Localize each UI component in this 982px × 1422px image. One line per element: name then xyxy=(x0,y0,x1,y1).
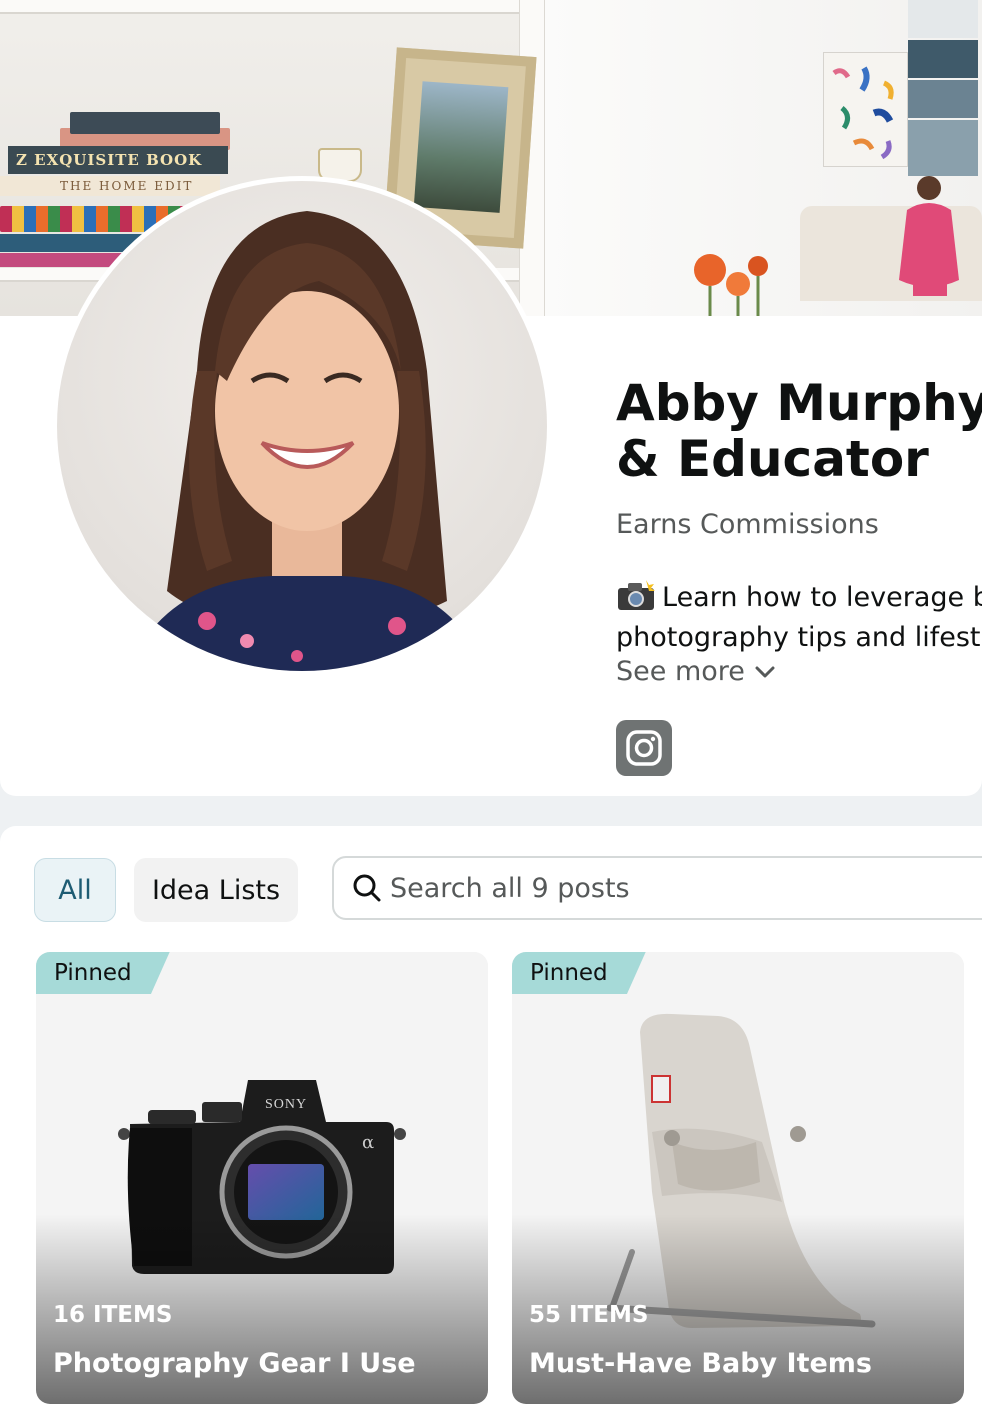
see-more-label: See more xyxy=(616,656,745,687)
svg-text:α: α xyxy=(362,1132,374,1153)
card-title: Must-Have Baby Items xyxy=(529,1348,872,1379)
instagram-icon xyxy=(626,730,662,766)
chevron-down-icon xyxy=(755,666,775,677)
pinned-badge: Pinned xyxy=(36,952,170,994)
profile-photo xyxy=(137,211,477,671)
avatar xyxy=(52,176,552,676)
book-spine: THE HOME EDIT xyxy=(0,176,220,196)
card-item-count: 16 ITEMS xyxy=(53,1302,173,1328)
storefront-page: Z EXQUISITE BOOK THE HOME EDIT Abby Murp… xyxy=(0,0,982,1422)
profile-name: Abby Murphy & Educator xyxy=(616,374,982,488)
search-input[interactable] xyxy=(390,872,950,904)
person-in-pink xyxy=(899,176,959,296)
instagram-link[interactable] xyxy=(616,720,672,776)
bio-line-1: Learn how to leverage b xyxy=(662,582,982,613)
search-icon xyxy=(353,874,381,902)
pinned-badge: Pinned xyxy=(512,952,646,994)
flowers xyxy=(694,254,768,316)
see-more-link[interactable]: See more xyxy=(616,656,775,687)
wall-art xyxy=(823,52,908,167)
search-box[interactable] xyxy=(332,856,982,920)
idea-list-card[interactable]: Pinned 55 ITEMS Must-Have Baby Items xyxy=(512,952,964,1404)
camera-flash-emoji-icon xyxy=(618,580,655,610)
filter-all-button[interactable]: All xyxy=(34,858,116,922)
book-spine: Z EXQUISITE BOOK xyxy=(8,146,228,174)
card-title: Photography Gear I Use xyxy=(53,1348,416,1379)
earns-commissions-label: Earns Commissions xyxy=(616,509,879,540)
profile-bio: Learn how to leverage b photography tips… xyxy=(616,578,982,658)
idea-list-card[interactable]: SONY α Pinned 16 ITEMS Photography Gear … xyxy=(36,952,488,1404)
bio-line-2: photography tips and lifest xyxy=(616,622,981,653)
card-item-count: 55 ITEMS xyxy=(529,1302,649,1328)
filter-idea-lists-button[interactable]: Idea Lists xyxy=(134,858,298,922)
svg-text:SONY: SONY xyxy=(265,1097,307,1112)
